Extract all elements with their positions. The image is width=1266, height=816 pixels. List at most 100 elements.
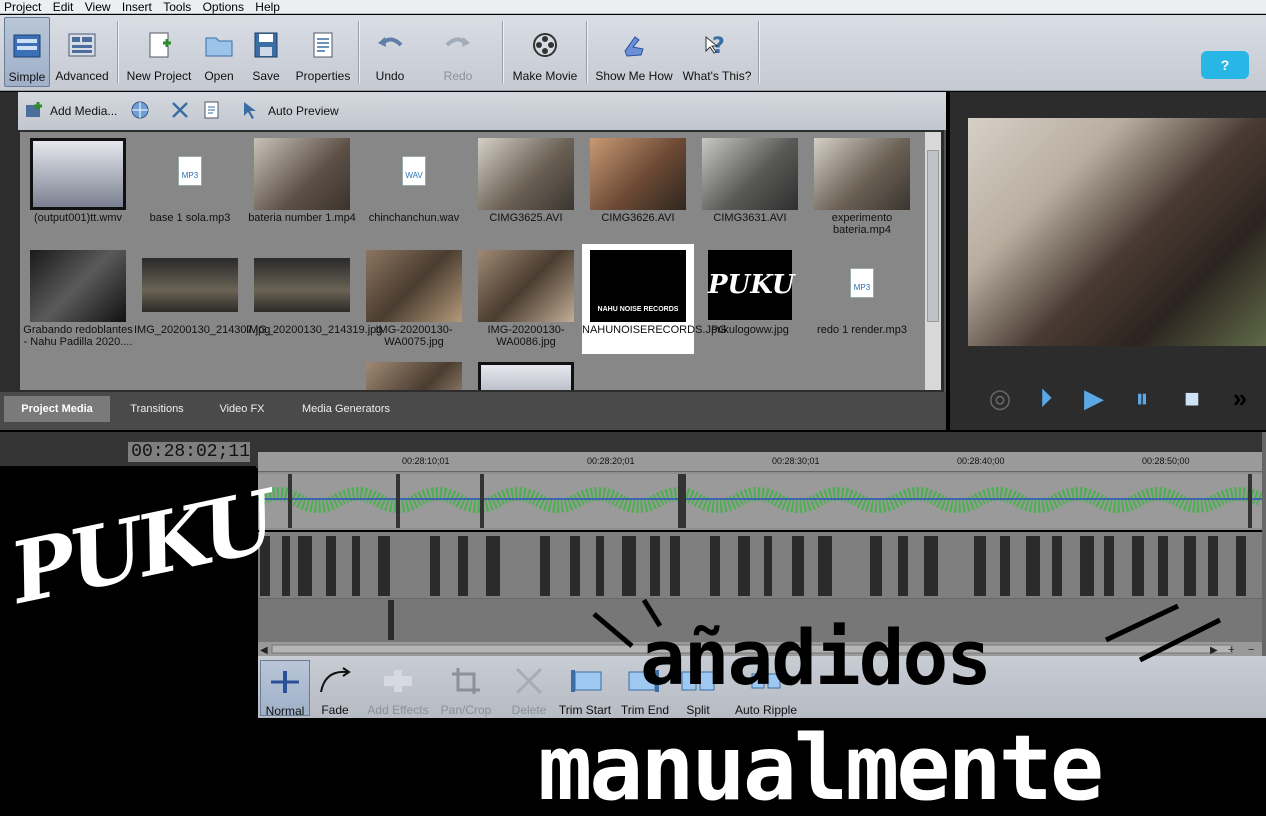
tab-video-fx[interactable]: Video FX	[204, 396, 280, 422]
ruler-label: 00:28:50;00	[1142, 456, 1190, 466]
mp3-file-icon: MP3	[178, 156, 202, 186]
media-thumbnail	[702, 138, 798, 210]
media-thumbnail	[478, 250, 574, 322]
tab-media-generators[interactable]: Media Generators	[284, 396, 408, 422]
menu-tools[interactable]: Tools	[159, 1, 195, 13]
media-properties-icon[interactable]	[202, 100, 224, 122]
save-disk-icon	[254, 32, 278, 58]
media-item[interactable]: (output001)tt.wmv	[22, 132, 134, 242]
media-item[interactable]: experimento bateria.mp4	[806, 132, 918, 242]
simple-view-icon	[13, 34, 41, 58]
puku-logo-thumbnail: PUKU	[708, 250, 795, 320]
simple-button[interactable]: Simple	[4, 17, 50, 87]
trim-start-button[interactable]: Trim Start	[556, 660, 614, 717]
preview-frame	[968, 118, 1266, 346]
play-from-start-icon[interactable]: ⏵	[1030, 382, 1062, 414]
add-media-button[interactable]: Add Media...	[50, 100, 117, 122]
media-item[interactable]	[358, 356, 470, 390]
normal-button[interactable]: Normal	[260, 660, 310, 718]
menu-project[interactable]: Project	[0, 1, 45, 13]
properties-icon	[313, 32, 333, 58]
media-grid: (output001)tt.wmv MP3 base 1 sola.mp3 ba…	[20, 132, 925, 390]
media-item[interactable]	[470, 356, 582, 390]
video-track[interactable]	[254, 472, 1266, 530]
media-scrollbar[interactable]	[925, 132, 941, 390]
help-bubble-button[interactable]: ?	[1201, 51, 1249, 79]
menu-options[interactable]: Options	[199, 1, 248, 13]
save-button[interactable]: Save	[244, 17, 288, 87]
next-frame-icon[interactable]: »	[1224, 382, 1256, 414]
media-thumbnail	[142, 258, 238, 312]
menu-insert[interactable]: Insert	[118, 1, 156, 13]
new-project-button[interactable]: New Project	[122, 17, 196, 87]
menu-view[interactable]: View	[81, 1, 115, 13]
media-item[interactable]: IMG_20200130_214307.jpg	[134, 244, 270, 354]
media-item[interactable]: CIMG3625.AVI	[470, 132, 582, 242]
media-item[interactable]: PUKU pukulogoww.jpg	[694, 244, 806, 354]
media-item[interactable]: CIMG3626.AVI	[582, 132, 694, 242]
whats-this-button[interactable]: ? What's This?	[680, 17, 754, 87]
media-item[interactable]: IMG-20200130-WA0075.jpg	[358, 244, 470, 354]
redo-arrow-icon	[445, 37, 470, 47]
media-item[interactable]: MP3 redo 1 render.mp3	[806, 244, 918, 354]
media-item[interactable]: MP3 base 1 sola.mp3	[134, 132, 246, 242]
media-item-selected[interactable]: NAHU NOISE RECORDS NAHUNOISERECORDS.JPG	[582, 244, 727, 354]
advanced-button[interactable]: Advanced	[52, 17, 112, 87]
media-thumbnail	[254, 138, 350, 210]
add-media-icon	[24, 100, 48, 122]
timecode-display: 00:28:02;11	[128, 442, 250, 462]
tab-project-media[interactable]: Project Media	[4, 396, 110, 422]
undo-button[interactable]: Undo	[364, 17, 416, 87]
nahu-noise-logo-thumbnail: NAHU NOISE RECORDS	[590, 250, 686, 322]
ruler-label: 00:28:40;00	[957, 456, 1005, 466]
audio-track[interactable]	[258, 532, 1262, 598]
add-effects-button[interactable]: Add Effects	[366, 660, 430, 717]
video-preview-panel: ◎ ⏵ ▶ ⏸ ■ »	[950, 92, 1266, 430]
pan-crop-button[interactable]: Pan/Crop	[434, 660, 498, 717]
web-media-icon[interactable]	[130, 100, 152, 122]
caption-bottom: manualmente	[538, 716, 1104, 816]
show-me-how-button[interactable]: Show Me How	[592, 17, 676, 87]
fade-button[interactable]: Fade	[312, 660, 358, 717]
play-icon[interactable]: ▶	[1078, 382, 1110, 414]
media-item[interactable]: bateria number 1.mp4	[246, 132, 358, 242]
open-button[interactable]: Open	[198, 17, 240, 87]
media-item[interactable]: CIMG3631.AVI	[694, 132, 806, 242]
record-icon[interactable]: ◎	[984, 382, 1016, 414]
help-pointer-icon: ?	[705, 34, 725, 59]
mp3-file-icon: MP3	[850, 268, 874, 298]
tab-transitions[interactable]: Transitions	[114, 396, 200, 422]
media-item[interactable]: IMG-20200130-WA0086.jpg	[470, 244, 582, 354]
pointing-hand-icon	[624, 36, 644, 57]
media-thumbnail	[814, 138, 910, 210]
effects-icon	[384, 670, 412, 692]
scroll-thumb[interactable]	[927, 150, 939, 322]
video-clips-waveform	[254, 474, 1266, 528]
properties-button[interactable]: Properties	[292, 17, 354, 87]
media-item[interactable]: Grabando redoblantes - Nahu Padilla 2020…	[22, 244, 134, 354]
make-movie-button[interactable]: Make Movie	[508, 17, 582, 87]
stop-icon[interactable]: ■	[1176, 382, 1208, 414]
timeline-ruler[interactable]: 00:28:10;01 00:28:20;01 00:28:30;01 00:2…	[258, 452, 1266, 472]
menu-help[interactable]: Help	[251, 1, 284, 13]
crop-icon	[452, 668, 480, 694]
media-thumbnail	[590, 138, 686, 210]
media-thumbnail	[254, 258, 350, 312]
media-thumbnail	[366, 362, 462, 390]
ruler-label: 00:28:20;01	[587, 456, 635, 466]
folder-open-icon	[205, 37, 233, 57]
remove-media-icon[interactable]	[170, 100, 192, 122]
main-toolbar: Simple Advanced New Project Open Save Pr…	[0, 15, 1266, 91]
media-item[interactable]: WAV chinchanchun.wav	[358, 132, 470, 242]
redo-button[interactable]: Redo	[430, 17, 486, 87]
fade-curve-icon	[320, 667, 351, 693]
wav-file-icon: WAV	[402, 156, 426, 186]
pause-icon[interactable]: ⏸	[1126, 382, 1158, 414]
film-reel-icon	[533, 33, 557, 57]
delete-button[interactable]: Delete	[504, 660, 554, 717]
auto-preview-toggle[interactable]: Auto Preview	[268, 100, 339, 122]
menu-edit[interactable]: Edit	[49, 1, 78, 13]
new-project-icon	[149, 32, 171, 58]
auto-preview-icon	[240, 100, 262, 122]
media-item[interactable]: IMG_20200130_214319.jpg	[246, 244, 382, 354]
